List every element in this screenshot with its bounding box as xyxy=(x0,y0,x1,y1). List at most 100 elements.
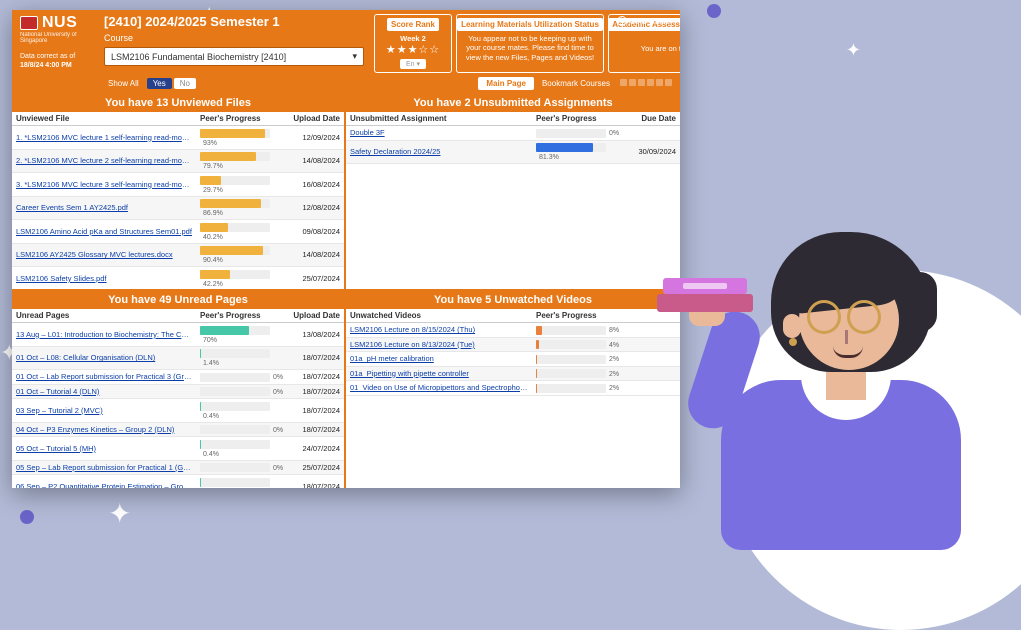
illustration-person xyxy=(641,110,1021,550)
videos-quad: You have 5 Unwatched VideosUnwatched Vid… xyxy=(346,291,680,488)
toggle-yes[interactable]: Yes xyxy=(147,78,172,89)
user-guide-label: User Guide xyxy=(630,17,670,26)
item-link[interactable]: 01_Video on Use of Micropipettors and Sp… xyxy=(346,381,532,394)
item-link[interactable]: 01a_pH meter calibration xyxy=(346,352,532,365)
table-row: 01 Oct – L08: Cellular Organisation (DLN… xyxy=(12,347,344,371)
date-cell: 30/09/2024 xyxy=(624,145,680,158)
peer-progress: 42.2% xyxy=(196,267,288,289)
course-selected-value: LSM2106 Fundamental Biochemistry [2410] xyxy=(111,52,286,62)
item-link[interactable]: Double 3F xyxy=(346,126,532,139)
date-cell: 12/09/2024 xyxy=(288,131,344,144)
user-guide-link[interactable]: i User Guide xyxy=(617,16,670,26)
date-cell xyxy=(624,371,680,375)
pages-columns: Unread PagesPeer's ProgressUpload Date xyxy=(12,309,344,323)
peer-progress: 0.4% xyxy=(196,399,288,422)
item-link[interactable]: 01 Oct – L08: Cellular Organisation (DLN… xyxy=(12,351,196,364)
table-row: LSM2106 Amino Acid pKa and Structures Se… xyxy=(12,220,344,244)
peer-progress: 0.4% xyxy=(196,475,288,488)
table-row: 01a_Pipetting with pipette controller2% xyxy=(346,367,680,382)
lmu-msg: You appear not to be keeping up with you… xyxy=(462,34,598,62)
table-row: 3. *LSM2106 MVC lecture 3 self-learning … xyxy=(12,173,344,197)
item-link[interactable]: Career Events Sem 1 AY2425.pdf xyxy=(12,201,196,214)
data-correct-label: Data correct as of xyxy=(20,52,75,61)
item-link[interactable]: 01 Oct – Lab Report submission for Pract… xyxy=(12,370,196,383)
star-rating: ★★★☆☆ xyxy=(386,43,440,56)
bookmark-label: Bookmark Courses xyxy=(542,79,610,88)
item-link[interactable]: LSM2106 AY2425 Glossary MVC lectures.doc… xyxy=(12,248,196,261)
item-link[interactable]: LSM2106 Amino Acid pKa and Structures Se… xyxy=(12,225,196,238)
table-row: 04 Oct – P3 Enzymes Kinetics – Group 2 (… xyxy=(12,423,344,438)
table-row: Career Events Sem 1 AY2425.pdf86.9%12/08… xyxy=(12,197,344,221)
files-quad: You have 13 Unviewed FilesUnviewed FileP… xyxy=(12,94,346,291)
table-row: Double 3F0% xyxy=(346,126,680,141)
week-label: Week 2 xyxy=(400,34,426,43)
table-row: 01 Oct – Tutorial 4 (DLN)0%18/07/2024 xyxy=(12,385,344,400)
files-columns: Unviewed FilePeer's ProgressUpload Date xyxy=(12,112,344,126)
table-row: LSM2106 AY2425 Glossary MVC lectures.doc… xyxy=(12,244,344,268)
aas-msg: You are on track! xyxy=(641,44,680,53)
table-row: 06 Sep – P2 Quantitative Protein Estimat… xyxy=(12,475,344,488)
brand-block: NUS National University of Singapore Dat… xyxy=(20,14,94,70)
item-link[interactable]: 03 Sep – Tutorial 2 (MVC) xyxy=(12,404,196,417)
item-link[interactable]: 05 Oct – Tutorial 5 (MH) xyxy=(12,442,196,455)
item-link[interactable]: 01 Oct – Tutorial 4 (DLN) xyxy=(12,385,196,398)
date-cell: 14/08/2024 xyxy=(288,248,344,261)
crest-icon xyxy=(20,16,38,30)
table-row: 01_Video on Use of Micropipettors and Sp… xyxy=(346,381,680,396)
show-all-toggle[interactable]: Yes No xyxy=(147,78,196,89)
table-row: 03 Sep – Tutorial 2 (MVC)0.4%18/07/2024 xyxy=(12,399,344,423)
item-link[interactable]: LSM2106 Safety Slides.pdf xyxy=(12,272,196,285)
date-cell xyxy=(624,357,680,361)
assignments-rows: Double 3F0%Safety Declaration 2024/2581.… xyxy=(346,126,680,289)
peer-progress: 93% xyxy=(196,126,288,149)
pages-quad: You have 49 Unread PagesUnread PagesPeer… xyxy=(12,291,346,488)
date-cell: 18/07/2024 xyxy=(288,370,344,383)
course-select[interactable]: LSM2106 Fundamental Biochemistry [2410] … xyxy=(104,47,364,66)
date-cell: 24/07/2024 xyxy=(288,442,344,455)
date-cell: 14/08/2024 xyxy=(288,154,344,167)
main-page-button[interactable]: Main Page xyxy=(478,77,534,90)
assignments-quad: You have 2 Unsubmitted AssignmentsUnsubm… xyxy=(346,94,680,291)
item-link[interactable]: 04 Oct – P3 Enzymes Kinetics – Group 2 (… xyxy=(12,423,196,436)
show-all-label: Show All xyxy=(108,79,139,88)
item-link[interactable]: 06 Sep – P2 Quantitative Protein Estimat… xyxy=(12,480,196,488)
table-row: 2. *LSM2106 MVC lecture 2 self-learning … xyxy=(12,150,344,174)
peer-progress: 8% xyxy=(532,323,624,337)
table-row: 01 Oct – Lab Report submission for Pract… xyxy=(12,370,344,385)
lang-select[interactable]: En ▾ xyxy=(400,59,426,69)
peer-progress: 1.4% xyxy=(196,347,288,370)
peer-progress: 90.4% xyxy=(196,244,288,267)
peer-progress: 70% xyxy=(196,323,288,346)
item-link[interactable]: LSM2106 Lecture on 8/13/2024 (Tue) xyxy=(346,338,532,351)
table-row: 05 Oct – Tutorial 5 (MH)0.4%24/07/2024 xyxy=(12,437,344,461)
item-link[interactable]: 1. *LSM2106 MVC lecture 1 self-learning … xyxy=(12,131,196,144)
chevron-down-icon: ▾ xyxy=(352,51,357,62)
item-link[interactable]: 01a_Pipetting with pipette controller xyxy=(346,367,532,380)
date-cell: 18/07/2024 xyxy=(288,404,344,417)
date-cell xyxy=(624,131,680,135)
peer-progress: 40.2% xyxy=(196,220,288,243)
date-cell xyxy=(624,328,680,332)
item-link[interactable]: 13 Aug – L01: Introduction to Biochemist… xyxy=(12,328,196,341)
item-link[interactable]: 2. *LSM2106 MVC lecture 2 self-learning … xyxy=(12,154,196,167)
peer-progress: 29.7% xyxy=(196,173,288,196)
lmu-card[interactable]: Learning Materials Utilization Status Yo… xyxy=(456,14,604,73)
table-row: 13 Aug – L01: Introduction to Biochemist… xyxy=(12,323,344,347)
date-cell xyxy=(624,342,680,346)
item-link[interactable]: 05 Sep – Lab Report submission for Pract… xyxy=(12,461,196,474)
quadrant-grid: You have 13 Unviewed FilesUnviewed FileP… xyxy=(12,94,680,488)
peer-progress: 2% xyxy=(532,367,624,381)
table-row: LSM2106 Lecture on 8/13/2024 (Tue)4% xyxy=(346,338,680,353)
score-rank-card[interactable]: Score Rank Week 2 ★★★☆☆ En ▾ xyxy=(374,14,452,73)
assignments-title: You have 2 Unsubmitted Assignments xyxy=(346,94,680,112)
bookmark-slots[interactable] xyxy=(618,79,672,88)
item-link[interactable]: Safety Declaration 2024/25 xyxy=(346,145,532,158)
item-link[interactable]: LSM2106 Lecture on 8/15/2024 (Thu) xyxy=(346,323,532,336)
date-cell: 18/07/2024 xyxy=(288,351,344,364)
item-link[interactable]: 3. *LSM2106 MVC lecture 3 self-learning … xyxy=(12,178,196,191)
peer-progress: 0.4% xyxy=(196,437,288,460)
peer-progress: 2% xyxy=(532,352,624,366)
date-cell: 09/08/2024 xyxy=(288,225,344,238)
toggle-no[interactable]: No xyxy=(174,78,196,89)
peer-progress: 79.7% xyxy=(196,150,288,173)
